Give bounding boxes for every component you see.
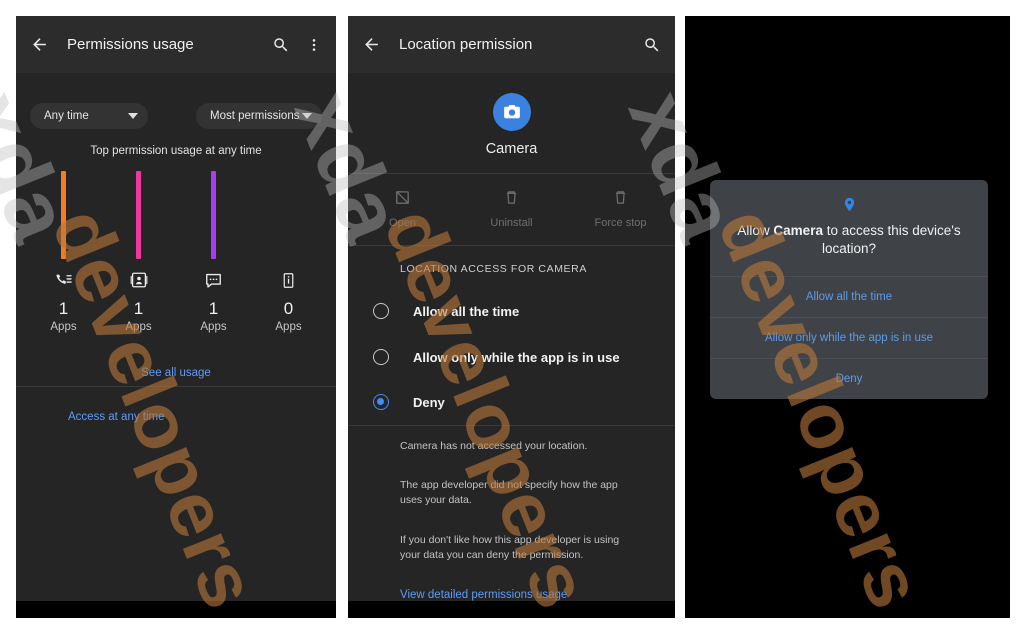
phone-panel-permissions-usage: Permissions usage Any time Most permissi…: [16, 16, 336, 618]
dialog-app-name: Camera: [773, 223, 823, 238]
section-header-location-access: LOCATION ACCESS FOR CAMERA: [400, 263, 587, 275]
sms-icon: [176, 269, 251, 291]
chevron-down-icon: [302, 113, 312, 119]
radio-allow-all-the-time[interactable]: [373, 303, 389, 319]
chart-unit-contacts: Apps: [125, 321, 152, 333]
search-icon[interactable]: [643, 36, 661, 54]
option-allow-all-the-time[interactable]: Allow all the time: [348, 294, 675, 328]
dialog-text-before: Allow: [737, 223, 774, 238]
uninstall-label: Uninstall: [490, 217, 533, 229]
chart-value-contacts: 1: [133, 299, 144, 318]
chart-value-device: 0: [283, 299, 294, 318]
device-info-icon: [251, 269, 326, 291]
panel2-navbar: [348, 601, 675, 618]
sort-filter-label: Most permissions: [210, 110, 300, 122]
phone-panel-location-permission: Location permission Camera Open Uninstal…: [348, 16, 675, 618]
call-log-icon: [26, 269, 101, 291]
camera-app-icon: [492, 93, 531, 131]
back-arrow-icon[interactable]: [362, 35, 381, 54]
panel1-body: Any time Most permissions Top permission…: [16, 73, 336, 601]
chart-value-sms: 1: [208, 299, 219, 318]
access-at-any-time-link[interactable]: Access at any time: [68, 411, 165, 423]
access-any-time-row: Access at any time: [68, 407, 165, 425]
dialog-deny-button[interactable]: Deny: [710, 358, 988, 399]
chart-bar-sms: [211, 171, 216, 259]
chart-column-device[interactable]: 0 Apps: [251, 171, 326, 333]
chart-unit-device: Apps: [275, 321, 302, 333]
panel2-title: Location permission: [399, 36, 533, 53]
force-stop-button[interactable]: Force stop: [566, 189, 675, 229]
app-name: Camera: [485, 141, 538, 157]
option-allow-while-in-use[interactable]: Allow only while the app is in use: [348, 340, 675, 374]
app-action-row: Open Uninstall Force stop: [348, 189, 675, 229]
chart-bar-device: [286, 171, 291, 259]
chart-column-phone[interactable]: 1 Apps: [26, 171, 101, 333]
chart-title: Top permission usage at any time: [90, 145, 262, 157]
chevron-down-icon: [128, 113, 138, 119]
dialog-header: Allow Camera to access this device's loc…: [710, 180, 988, 276]
filter-chip-row: Any time Most permissions: [16, 103, 336, 129]
open-label: Open: [389, 217, 416, 229]
chart-bar-contacts: [136, 171, 141, 259]
option-label-allow-while-in-use: Allow only while the app is in use: [413, 349, 620, 365]
paragraph-developer-unspecified: The app developer did not specify how th…: [400, 479, 618, 507]
back-arrow-icon[interactable]: [30, 35, 49, 54]
option-label-allow-all-the-time: Allow all the time: [413, 303, 520, 319]
panel2-appbar: Location permission: [348, 16, 675, 73]
paragraph-can-deny: If you don't like how this app developer…: [400, 534, 620, 562]
app-header-divider: [348, 173, 675, 174]
uninstall-button[interactable]: Uninstall: [457, 189, 566, 229]
app-header: Camera: [348, 93, 675, 157]
dialog-text-after: to access this device's location?: [821, 223, 961, 257]
trash-icon: [503, 189, 520, 206]
force-stop-label: Force stop: [594, 217, 647, 229]
time-filter-chip[interactable]: Any time: [30, 103, 148, 129]
phone-panel-permission-dialog: Allow Camera to access this device's loc…: [685, 16, 1010, 618]
see-all-usage-link[interactable]: See all usage: [141, 367, 211, 379]
chart-column-sms[interactable]: 1 Apps: [176, 171, 251, 333]
chart-unit-phone: Apps: [50, 321, 77, 333]
screenshot-root: Permissions usage Any time Most permissi…: [0, 0, 1024, 634]
chart-bar-phone: [61, 171, 66, 259]
time-filter-label: Any time: [44, 110, 89, 122]
contacts-icon: [101, 269, 176, 291]
panel1-appbar: Permissions usage: [16, 16, 336, 73]
option-deny[interactable]: Deny: [348, 385, 675, 419]
dialog-allow-while-in-use-button[interactable]: Allow only while the app is in use: [710, 317, 988, 358]
actions-divider: [348, 245, 675, 246]
paragraph-no-access: Camera has not accessed your location.: [400, 440, 588, 452]
options-divider: [348, 425, 675, 426]
chart-column-contacts[interactable]: 1 Apps: [101, 171, 176, 333]
section-divider: [16, 386, 336, 387]
chart-unit-sms: Apps: [200, 321, 227, 333]
trash-icon: [612, 189, 629, 206]
permission-dialog: Allow Camera to access this device's loc…: [710, 180, 988, 400]
location-pin-icon: [728, 196, 970, 213]
sort-filter-chip[interactable]: Most permissions: [196, 103, 322, 129]
permission-usage-chart: 1 Apps 1 Apps 1 Apps 0 Apps: [16, 171, 336, 361]
option-label-deny: Deny: [413, 394, 445, 410]
panel1-navbar: [16, 601, 336, 618]
dialog-allow-all-the-time-button[interactable]: Allow all the time: [710, 276, 988, 317]
radio-deny[interactable]: [373, 394, 389, 410]
view-detailed-permissions-usage-link[interactable]: View detailed permissions usage: [400, 589, 567, 601]
chart-value-phone: 1: [58, 299, 69, 318]
search-icon[interactable]: [272, 36, 290, 54]
open-button[interactable]: Open: [348, 189, 457, 229]
dialog-message: Allow Camera to access this device's loc…: [728, 222, 970, 258]
more-vert-icon[interactable]: [306, 37, 322, 53]
radio-allow-while-in-use[interactable]: [373, 349, 389, 365]
panel1-title: Permissions usage: [67, 36, 194, 53]
see-all-usage-row: See all usage: [16, 363, 336, 381]
panel2-body: Camera Open Uninstall Force stop LOCATIO…: [348, 73, 675, 601]
open-external-icon: [394, 189, 411, 206]
